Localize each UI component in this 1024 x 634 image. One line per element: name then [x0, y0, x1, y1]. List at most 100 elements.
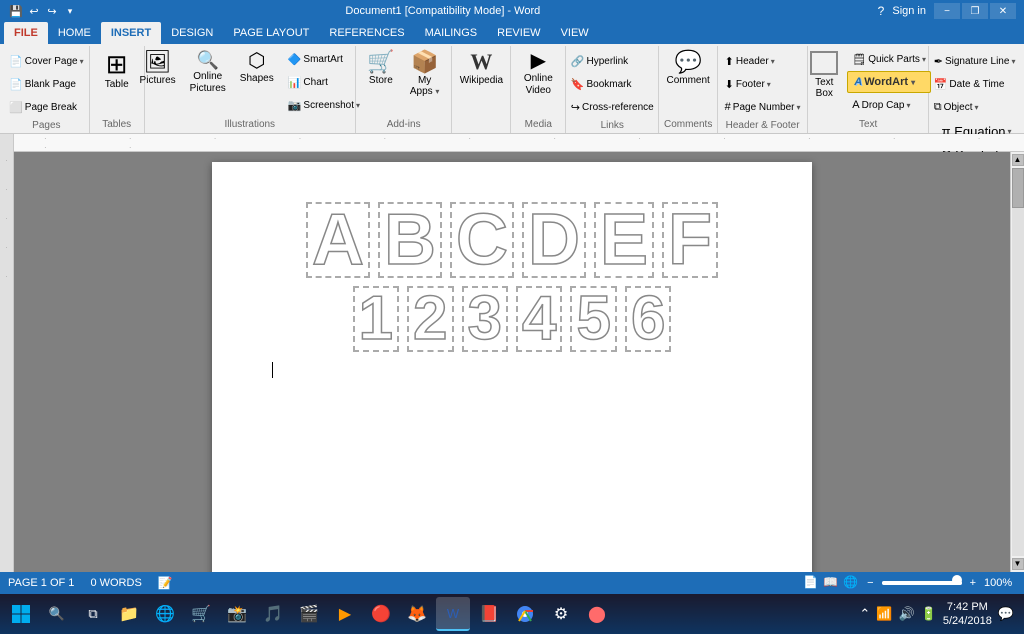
comments-label: Comments: [664, 119, 712, 133]
bookmark-button[interactable]: 🔖 Bookmark: [566, 73, 637, 95]
illustrations-buttons: 🖼 Pictures 🔍 OnlinePictures ⬡ Shapes 🔷 S…: [135, 48, 365, 117]
clock-date: 5/24/2018: [943, 614, 992, 628]
taskbar-app-media[interactable]: 🎬: [292, 597, 326, 631]
blank-page-button[interactable]: 📄 Blank Page: [4, 73, 81, 95]
qat-save[interactable]: 💾: [8, 3, 24, 19]
taskbar-app-photos[interactable]: 🔴: [364, 597, 398, 631]
scroll-thumb[interactable]: [1012, 168, 1024, 208]
textbox-button[interactable]: TextBox: [805, 48, 843, 102]
tab-insert[interactable]: INSERT: [101, 22, 161, 44]
taskbar-app-word[interactable]: W: [436, 597, 470, 631]
taskbar-app-firefox[interactable]: 🦊: [400, 597, 434, 631]
tray-volume[interactable]: 🔊: [899, 606, 915, 622]
qat-undo[interactable]: ↩: [26, 3, 42, 19]
wordart-number-4: 4: [516, 286, 562, 352]
comment-button[interactable]: 💬 Comment: [661, 48, 714, 89]
hyperlink-button[interactable]: 🔗 Hyperlink: [566, 50, 633, 72]
scroll-down-button[interactable]: ▼: [1012, 558, 1024, 570]
restore-button[interactable]: ❐: [962, 3, 988, 19]
object-button[interactable]: ⧉ Object ▾: [929, 96, 984, 118]
wordart-button[interactable]: A WordArt ▾: [847, 71, 931, 93]
signin-label[interactable]: Sign in: [892, 5, 926, 17]
taskbar-app-music[interactable]: 🎵: [256, 597, 290, 631]
tray-battery[interactable]: 🔋: [921, 606, 937, 622]
shapes-button[interactable]: ⬡ Shapes: [235, 48, 279, 87]
table-icon: ⊞: [106, 51, 128, 77]
pictures-button[interactable]: 🖼 Pictures: [135, 48, 181, 89]
minimize-button[interactable]: −: [934, 3, 960, 19]
tab-page-layout[interactable]: PAGE LAYOUT: [223, 22, 319, 44]
taskbar-app-store[interactable]: 🛒: [184, 597, 218, 631]
zoom-level[interactable]: 100%: [984, 577, 1016, 589]
tab-file[interactable]: FILE: [4, 22, 48, 44]
start-button[interactable]: [4, 597, 38, 631]
status-bar: PAGE 1 OF 1 0 WORDS 📝 📄 📖 🌐 − + 100%: [0, 572, 1024, 594]
taskbar-clock[interactable]: 7:42 PM 5/24/2018: [943, 600, 992, 629]
qat-redo[interactable]: ↪: [44, 3, 60, 19]
taskbar: 🔍 ⧉ 📁 🌐 🛒 📸 🎵 🎬 ▶ 🔴 🦊 W 📕 ⚙ ⬤ ⌃ 📶 🔊 🔋 7:…: [0, 594, 1024, 634]
online-video-label: OnlineVideo: [524, 73, 553, 97]
ribbon-group-pages: 📄 Cover Page ▾ 📄 Blank Page ⬜ Page Break…: [4, 46, 90, 133]
help-button[interactable]: ?: [878, 4, 885, 18]
store-icon: 🛒: [367, 51, 394, 73]
wordart-number-3: 3: [462, 286, 508, 352]
tab-design[interactable]: DESIGN: [161, 22, 223, 44]
quick-parts-button[interactable]: 🗒 Quick Parts ▾: [847, 48, 931, 70]
chart-button[interactable]: 📊 Chart: [283, 71, 365, 93]
tab-references[interactable]: REFERENCES: [319, 22, 414, 44]
header-button[interactable]: ⬆ Header ▾: [720, 50, 780, 72]
online-video-button[interactable]: ▶ OnlineVideo: [519, 48, 558, 100]
taskbar-app-vlc[interactable]: ▶: [328, 597, 362, 631]
read-mode-icon[interactable]: 📖: [823, 575, 839, 591]
ribbon-group-links: 🔗 Hyperlink 🔖 Bookmark ↪ Cross-reference…: [566, 46, 659, 133]
footer-button[interactable]: ⬇ Footer ▾: [720, 73, 776, 95]
tray-network[interactable]: 📶: [876, 606, 892, 622]
taskbar-app-settings[interactable]: ⚙: [544, 597, 578, 631]
close-button[interactable]: ✕: [990, 3, 1016, 19]
tab-mailings[interactable]: MAILINGS: [415, 22, 488, 44]
tab-home[interactable]: HOME: [48, 22, 101, 44]
document-page[interactable]: A B C D E F 1 2 3 4 5 6: [212, 162, 812, 572]
track-changes-icon: 📝: [158, 576, 173, 590]
notification-icon[interactable]: 💬: [998, 606, 1014, 622]
qat-customize[interactable]: ▾: [62, 3, 78, 19]
cover-page-button[interactable]: 📄 Cover Page ▾: [4, 50, 89, 72]
vertical-scrollbar[interactable]: ▲ ▼: [1010, 152, 1024, 572]
page-break-button[interactable]: ⬜ Page Break: [4, 96, 82, 118]
scroll-track[interactable]: [1012, 168, 1024, 556]
zoom-thumb[interactable]: [952, 575, 962, 585]
taskbar-app-circle[interactable]: ⬤: [580, 597, 614, 631]
taskbar-app-chrome[interactable]: [508, 597, 542, 631]
web-layout-icon[interactable]: 🌐: [843, 575, 859, 591]
table-button[interactable]: ⊞ Table: [98, 48, 136, 93]
zoom-slider[interactable]: [882, 581, 962, 585]
store-button[interactable]: 🛒 Store: [362, 48, 400, 89]
date-time-button[interactable]: 📅 Date & Time: [929, 73, 1010, 95]
symbols-buttons: ✒ Signature Line ▾ 📅 Date & Time ⧉ Objec…: [929, 48, 1021, 118]
online-pictures-button[interactable]: 🔍 OnlinePictures: [185, 48, 231, 98]
zoom-out-icon[interactable]: −: [867, 577, 873, 589]
smartart-button[interactable]: 🔷 SmartArt: [283, 48, 365, 70]
taskbar-app-acrobat[interactable]: 📕: [472, 597, 506, 631]
tab-view[interactable]: VIEW: [551, 22, 599, 44]
links-buttons: 🔗 Hyperlink 🔖 Bookmark ↪ Cross-reference: [566, 48, 659, 118]
table-label: Table: [105, 79, 129, 90]
taskbar-search[interactable]: 🔍: [40, 597, 74, 631]
online-video-icon: ▶: [531, 51, 546, 71]
my-apps-button[interactable]: 📦 My Apps ▾: [404, 48, 446, 100]
wikipedia-button[interactable]: W Wikipedia: [455, 48, 508, 89]
print-layout-icon[interactable]: 📄: [803, 575, 819, 591]
drop-cap-button[interactable]: A Drop Cap ▾: [847, 94, 931, 116]
zoom-in-icon[interactable]: +: [970, 577, 976, 589]
cross-reference-button[interactable]: ↪ Cross-reference: [566, 96, 659, 118]
tray-up-arrow[interactable]: ⌃: [859, 606, 870, 622]
taskbar-app-camera[interactable]: 📸: [220, 597, 254, 631]
scroll-up-button[interactable]: ▲: [1012, 154, 1024, 166]
screenshot-button[interactable]: 📷 Screenshot ▾: [283, 94, 365, 116]
taskbar-app-edge[interactable]: 🌐: [148, 597, 182, 631]
signature-line-button[interactable]: ✒ Signature Line ▾: [929, 50, 1021, 72]
task-view-button[interactable]: ⧉: [76, 597, 110, 631]
tab-review[interactable]: REVIEW: [487, 22, 550, 44]
page-number-button[interactable]: # Page Number ▾: [720, 96, 806, 118]
taskbar-app-explorer[interactable]: 📁: [112, 597, 146, 631]
